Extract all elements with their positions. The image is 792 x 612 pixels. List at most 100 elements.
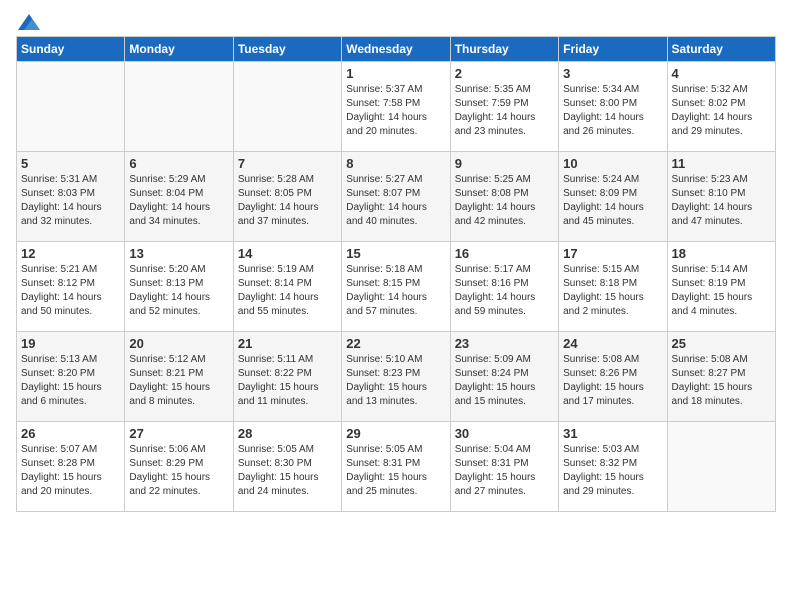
calendar-cell xyxy=(17,62,125,152)
calendar-cell: 30Sunrise: 5:04 AMSunset: 8:31 PMDayligh… xyxy=(450,422,558,512)
day-info: Sunrise: 5:06 AMSunset: 8:29 PMDaylight:… xyxy=(129,443,228,499)
day-number: 15 xyxy=(346,246,445,261)
day-number: 24 xyxy=(563,336,662,351)
day-info: Sunrise: 5:21 AMSunset: 8:12 PMDaylight:… xyxy=(21,263,120,319)
day-info: Sunrise: 5:09 AMSunset: 8:24 PMDaylight:… xyxy=(455,353,554,409)
day-info: Sunrise: 5:31 AMSunset: 8:03 PMDaylight:… xyxy=(21,173,120,229)
calendar-cell: 25Sunrise: 5:08 AMSunset: 8:27 PMDayligh… xyxy=(667,332,775,422)
day-info: Sunrise: 5:29 AMSunset: 8:04 PMDaylight:… xyxy=(129,173,228,229)
header-saturday: Saturday xyxy=(667,37,775,62)
day-number: 28 xyxy=(238,426,337,441)
day-number: 11 xyxy=(672,156,771,171)
header-wednesday: Wednesday xyxy=(342,37,450,62)
day-info: Sunrise: 5:08 AMSunset: 8:26 PMDaylight:… xyxy=(563,353,662,409)
calendar-cell: 19 Sunrise: 5:13 AMSunset: 8:20 PMDayligh… xyxy=(17,332,125,422)
calendar-cell xyxy=(125,62,233,152)
day-number: 17 xyxy=(563,246,662,261)
calendar-cell: 10 Sunrise: 5:24 AMSunset: 8:09 PMDayligh… xyxy=(559,152,667,242)
day-info: Sunrise: 5:23 AMSunset: 8:10 PMDaylight:… xyxy=(672,173,771,229)
calendar-cell: 27 Sunrise: 5:06 AMSunset: 8:29 PMDayligh… xyxy=(125,422,233,512)
day-number: 4 xyxy=(672,66,771,81)
day-number: 20 xyxy=(129,336,228,351)
day-number: 23 xyxy=(455,336,554,351)
day-number: 2 xyxy=(455,66,554,81)
header-tuesday: Tuesday xyxy=(233,37,341,62)
day-info: Sunrise: 5:07 AMSunset: 8:28 PMDaylight:… xyxy=(21,443,120,499)
calendar-cell: 13Sunrise: 5:20 AMSunset: 8:13 PMDayligh… xyxy=(125,242,233,332)
calendar-cell: 26 Sunrise: 5:07 AMSunset: 8:28 PMDayligh… xyxy=(17,422,125,512)
calendar-cell: 8 Sunrise: 5:27 AMSunset: 8:07 PMDaylight… xyxy=(342,152,450,242)
calendar-cell: 29Sunrise: 5:05 AMSunset: 8:31 PMDayligh… xyxy=(342,422,450,512)
day-info: Sunrise: 5:35 AMSunset: 7:59 PMDaylight:… xyxy=(455,83,554,139)
day-info: Sunrise: 5:03 AMSunset: 8:32 PMDaylight:… xyxy=(563,443,662,499)
calendar-body: 1Sunrise: 5:37 AMSunset: 7:58 PMDaylight… xyxy=(17,62,776,512)
day-info: Sunrise: 5:10 AMSunset: 8:23 PMDaylight:… xyxy=(346,353,445,409)
calendar-cell: 3Sunrise: 5:34 AMSunset: 8:00 PMDaylight… xyxy=(559,62,667,152)
day-info: Sunrise: 5:19 AMSunset: 8:14 PMDaylight:… xyxy=(238,263,337,319)
calendar-cell: 11 Sunrise: 5:23 AMSunset: 8:10 PMDayligh… xyxy=(667,152,775,242)
calendar-table: SundayMondayTuesdayWednesdayThursdayFrid… xyxy=(16,36,776,512)
day-number: 30 xyxy=(455,426,554,441)
day-info: Sunrise: 5:12 AMSunset: 8:21 PMDaylight:… xyxy=(129,353,228,409)
calendar-cell: 17Sunrise: 5:15 AMSunset: 8:18 PMDayligh… xyxy=(559,242,667,332)
day-info: Sunrise: 5:11 AMSunset: 8:22 PMDaylight:… xyxy=(238,353,337,409)
header-friday: Friday xyxy=(559,37,667,62)
day-number: 5 xyxy=(21,156,120,171)
day-info: Sunrise: 5:24 AMSunset: 8:09 PMDaylight:… xyxy=(563,173,662,229)
day-number: 26 xyxy=(21,426,120,441)
header-monday: Monday xyxy=(125,37,233,62)
calendar-cell: 9 Sunrise: 5:25 AMSunset: 8:08 PMDaylight… xyxy=(450,152,558,242)
calendar-cell: 21 Sunrise: 5:11 AMSunset: 8:22 PMDayligh… xyxy=(233,332,341,422)
day-number: 8 xyxy=(346,156,445,171)
calendar-cell: 4 Sunrise: 5:32 AMSunset: 8:02 PMDaylight… xyxy=(667,62,775,152)
calendar-cell: 2 Sunrise: 5:35 AMSunset: 7:59 PMDaylight… xyxy=(450,62,558,152)
day-info: Sunrise: 5:32 AMSunset: 8:02 PMDaylight:… xyxy=(672,83,771,139)
page-header xyxy=(16,16,776,28)
day-number: 12 xyxy=(21,246,120,261)
calendar-cell: 14 Sunrise: 5:19 AMSunset: 8:14 PMDayligh… xyxy=(233,242,341,332)
header-sunday: Sunday xyxy=(17,37,125,62)
calendar-cell: 15 Sunrise: 5:18 AMSunset: 8:15 PMDayligh… xyxy=(342,242,450,332)
header-thursday: Thursday xyxy=(450,37,558,62)
calendar-week-row: 5 Sunrise: 5:31 AMSunset: 8:03 PMDaylight… xyxy=(17,152,776,242)
calendar-cell: 20 Sunrise: 5:12 AMSunset: 8:21 PMDayligh… xyxy=(125,332,233,422)
day-number: 25 xyxy=(672,336,771,351)
calendar-cell: 7 Sunrise: 5:28 AMSunset: 8:05 PMDaylight… xyxy=(233,152,341,242)
day-number: 21 xyxy=(238,336,337,351)
calendar-cell: 31 Sunrise: 5:03 AMSunset: 8:32 PMDayligh… xyxy=(559,422,667,512)
calendar-cell: 12 Sunrise: 5:21 AMSunset: 8:12 PMDayligh… xyxy=(17,242,125,332)
calendar-cell xyxy=(667,422,775,512)
calendar-cell: 18 Sunrise: 5:14 AMSunset: 8:19 PMDayligh… xyxy=(667,242,775,332)
logo xyxy=(16,16,40,28)
day-number: 18 xyxy=(672,246,771,261)
logo-icon xyxy=(18,14,40,30)
calendar-cell: 5 Sunrise: 5:31 AMSunset: 8:03 PMDaylight… xyxy=(17,152,125,242)
day-info: Sunrise: 5:17 AMSunset: 8:16 PMDaylight:… xyxy=(455,263,554,319)
day-number: 13 xyxy=(129,246,228,261)
day-number: 27 xyxy=(129,426,228,441)
day-number: 19 xyxy=(21,336,120,351)
day-info: Sunrise: 5:14 AMSunset: 8:19 PMDaylight:… xyxy=(672,263,771,319)
day-info: Sunrise: 5:25 AMSunset: 8:08 PMDaylight:… xyxy=(455,173,554,229)
calendar-cell: 1Sunrise: 5:37 AMSunset: 7:58 PMDaylight… xyxy=(342,62,450,152)
calendar-cell: 23 Sunrise: 5:09 AMSunset: 8:24 PMDayligh… xyxy=(450,332,558,422)
day-number: 29 xyxy=(346,426,445,441)
calendar-cell: 6 Sunrise: 5:29 AMSunset: 8:04 PMDaylight… xyxy=(125,152,233,242)
day-info: Sunrise: 5:18 AMSunset: 8:15 PMDaylight:… xyxy=(346,263,445,319)
day-info: Sunrise: 5:13 AMSunset: 8:20 PMDaylight:… xyxy=(21,353,120,409)
calendar-cell: 16 Sunrise: 5:17 AMSunset: 8:16 PMDayligh… xyxy=(450,242,558,332)
day-info: Sunrise: 5:37 AMSunset: 7:58 PMDaylight:… xyxy=(346,83,445,139)
day-number: 9 xyxy=(455,156,554,171)
calendar-cell: 22Sunrise: 5:10 AMSunset: 8:23 PMDayligh… xyxy=(342,332,450,422)
day-info: Sunrise: 5:28 AMSunset: 8:05 PMDaylight:… xyxy=(238,173,337,229)
day-number: 6 xyxy=(129,156,228,171)
day-number: 10 xyxy=(563,156,662,171)
day-number: 14 xyxy=(238,246,337,261)
day-info: Sunrise: 5:34 AMSunset: 8:00 PMDaylight:… xyxy=(563,83,662,139)
day-number: 31 xyxy=(563,426,662,441)
day-info: Sunrise: 5:27 AMSunset: 8:07 PMDaylight:… xyxy=(346,173,445,229)
calendar-week-row: 12 Sunrise: 5:21 AMSunset: 8:12 PMDayligh… xyxy=(17,242,776,332)
day-info: Sunrise: 5:05 AMSunset: 8:30 PMDaylight:… xyxy=(238,443,337,499)
day-number: 16 xyxy=(455,246,554,261)
day-number: 7 xyxy=(238,156,337,171)
